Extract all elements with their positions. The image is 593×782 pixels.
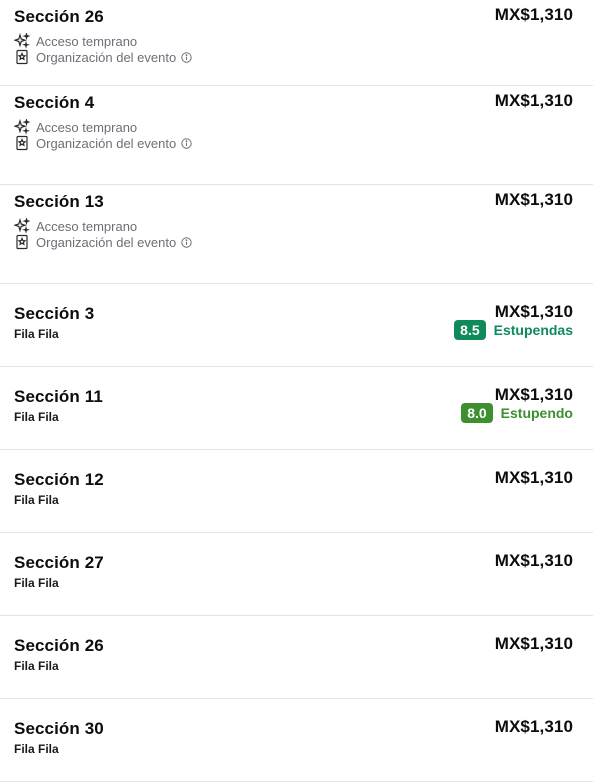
- section-title: Sección 27: [14, 553, 104, 572]
- row-label: Fila Fila: [14, 493, 59, 507]
- rating-score-badge: 8.0: [461, 403, 493, 423]
- feature-early-access: Acceso temprano: [14, 119, 137, 135]
- sparkles-icon: [14, 33, 30, 49]
- row-label: Fila Fila: [14, 327, 59, 341]
- feature-event-org: Organización del evento: [14, 49, 192, 65]
- listing-row[interactable]: Sección 11 MX$1,310 Fila Fila 8.0 Estupe…: [0, 367, 593, 450]
- rating: 8.0 Estupendo: [461, 403, 573, 423]
- section-title: Sección 30: [14, 719, 104, 738]
- rating-label: Estupendo: [500, 405, 573, 421]
- rating-label: Estupendas: [493, 322, 573, 338]
- feature-label: Acceso temprano: [36, 218, 138, 234]
- section-title: Sección 26: [14, 7, 104, 26]
- feature-event-org: Organización del evento: [14, 135, 192, 151]
- price-label: MX$1,310: [494, 468, 573, 487]
- section-title: Sección 3: [14, 304, 95, 323]
- feature-label: Acceso temprano: [36, 33, 138, 49]
- section-title: Sección 13: [14, 192, 104, 211]
- row-label: Fila Fila: [14, 659, 59, 673]
- feature-label: Acceso temprano: [36, 119, 138, 135]
- row-label: Fila Fila: [14, 576, 59, 590]
- price-label: MX$1,310: [494, 385, 573, 404]
- price-label: MX$1,310: [494, 5, 573, 24]
- ticket-icon: [14, 135, 30, 151]
- price-label: MX$1,310: [494, 634, 573, 653]
- listing-row[interactable]: Sección 30 MX$1,310 Fila Fila: [0, 699, 593, 782]
- listing-row[interactable]: Sección 26 MX$1,310 Fila Fila: [0, 616, 593, 699]
- info-icon[interactable]: [181, 236, 192, 248]
- listing-row[interactable]: Sección 12 MX$1,310 Fila Fila: [0, 450, 593, 533]
- price-label: MX$1,310: [494, 91, 573, 110]
- listing-row[interactable]: Sección 3 MX$1,310 Fila Fila 8.5 Estupen…: [0, 284, 593, 367]
- price-label: MX$1,310: [494, 717, 573, 736]
- info-icon[interactable]: [181, 51, 192, 63]
- rating-score-badge: 8.5: [454, 320, 486, 340]
- feature-label: Organización del evento: [36, 49, 177, 65]
- listing-row[interactable]: Sección 4 MX$1,310 Acceso temprano Organ…: [0, 86, 593, 185]
- feature-label: Organización del evento: [36, 234, 177, 250]
- ticket-icon: [14, 234, 30, 250]
- section-title: Sección 26: [14, 636, 104, 655]
- listing-row[interactable]: Sección 13 MX$1,310 Acceso temprano Orga…: [0, 185, 593, 284]
- feature-label: Organización del evento: [36, 135, 177, 151]
- feature-event-org: Organización del evento: [14, 234, 192, 250]
- row-label: Fila Fila: [14, 410, 59, 424]
- price-label: MX$1,310: [494, 302, 573, 321]
- sparkles-icon: [14, 119, 30, 135]
- section-title: Sección 11: [14, 387, 103, 406]
- rating: 8.5 Estupendas: [454, 320, 573, 340]
- ticket-icon: [14, 49, 30, 65]
- price-label: MX$1,310: [494, 551, 573, 570]
- feature-early-access: Acceso temprano: [14, 33, 137, 49]
- sparkles-icon: [14, 218, 30, 234]
- section-title: Sección 4: [14, 93, 95, 112]
- listing-row[interactable]: Sección 26 MX$1,310 Acceso temprano Orga…: [0, 0, 593, 86]
- row-label: Fila Fila: [14, 742, 59, 756]
- price-label: MX$1,310: [494, 190, 573, 209]
- feature-early-access: Acceso temprano: [14, 218, 137, 234]
- ticket-listing: Sección 26 MX$1,310 Acceso temprano Orga…: [0, 0, 593, 782]
- section-title: Sección 12: [14, 470, 104, 489]
- listing-row[interactable]: Sección 27 MX$1,310 Fila Fila: [0, 533, 593, 616]
- info-icon[interactable]: [181, 137, 192, 149]
